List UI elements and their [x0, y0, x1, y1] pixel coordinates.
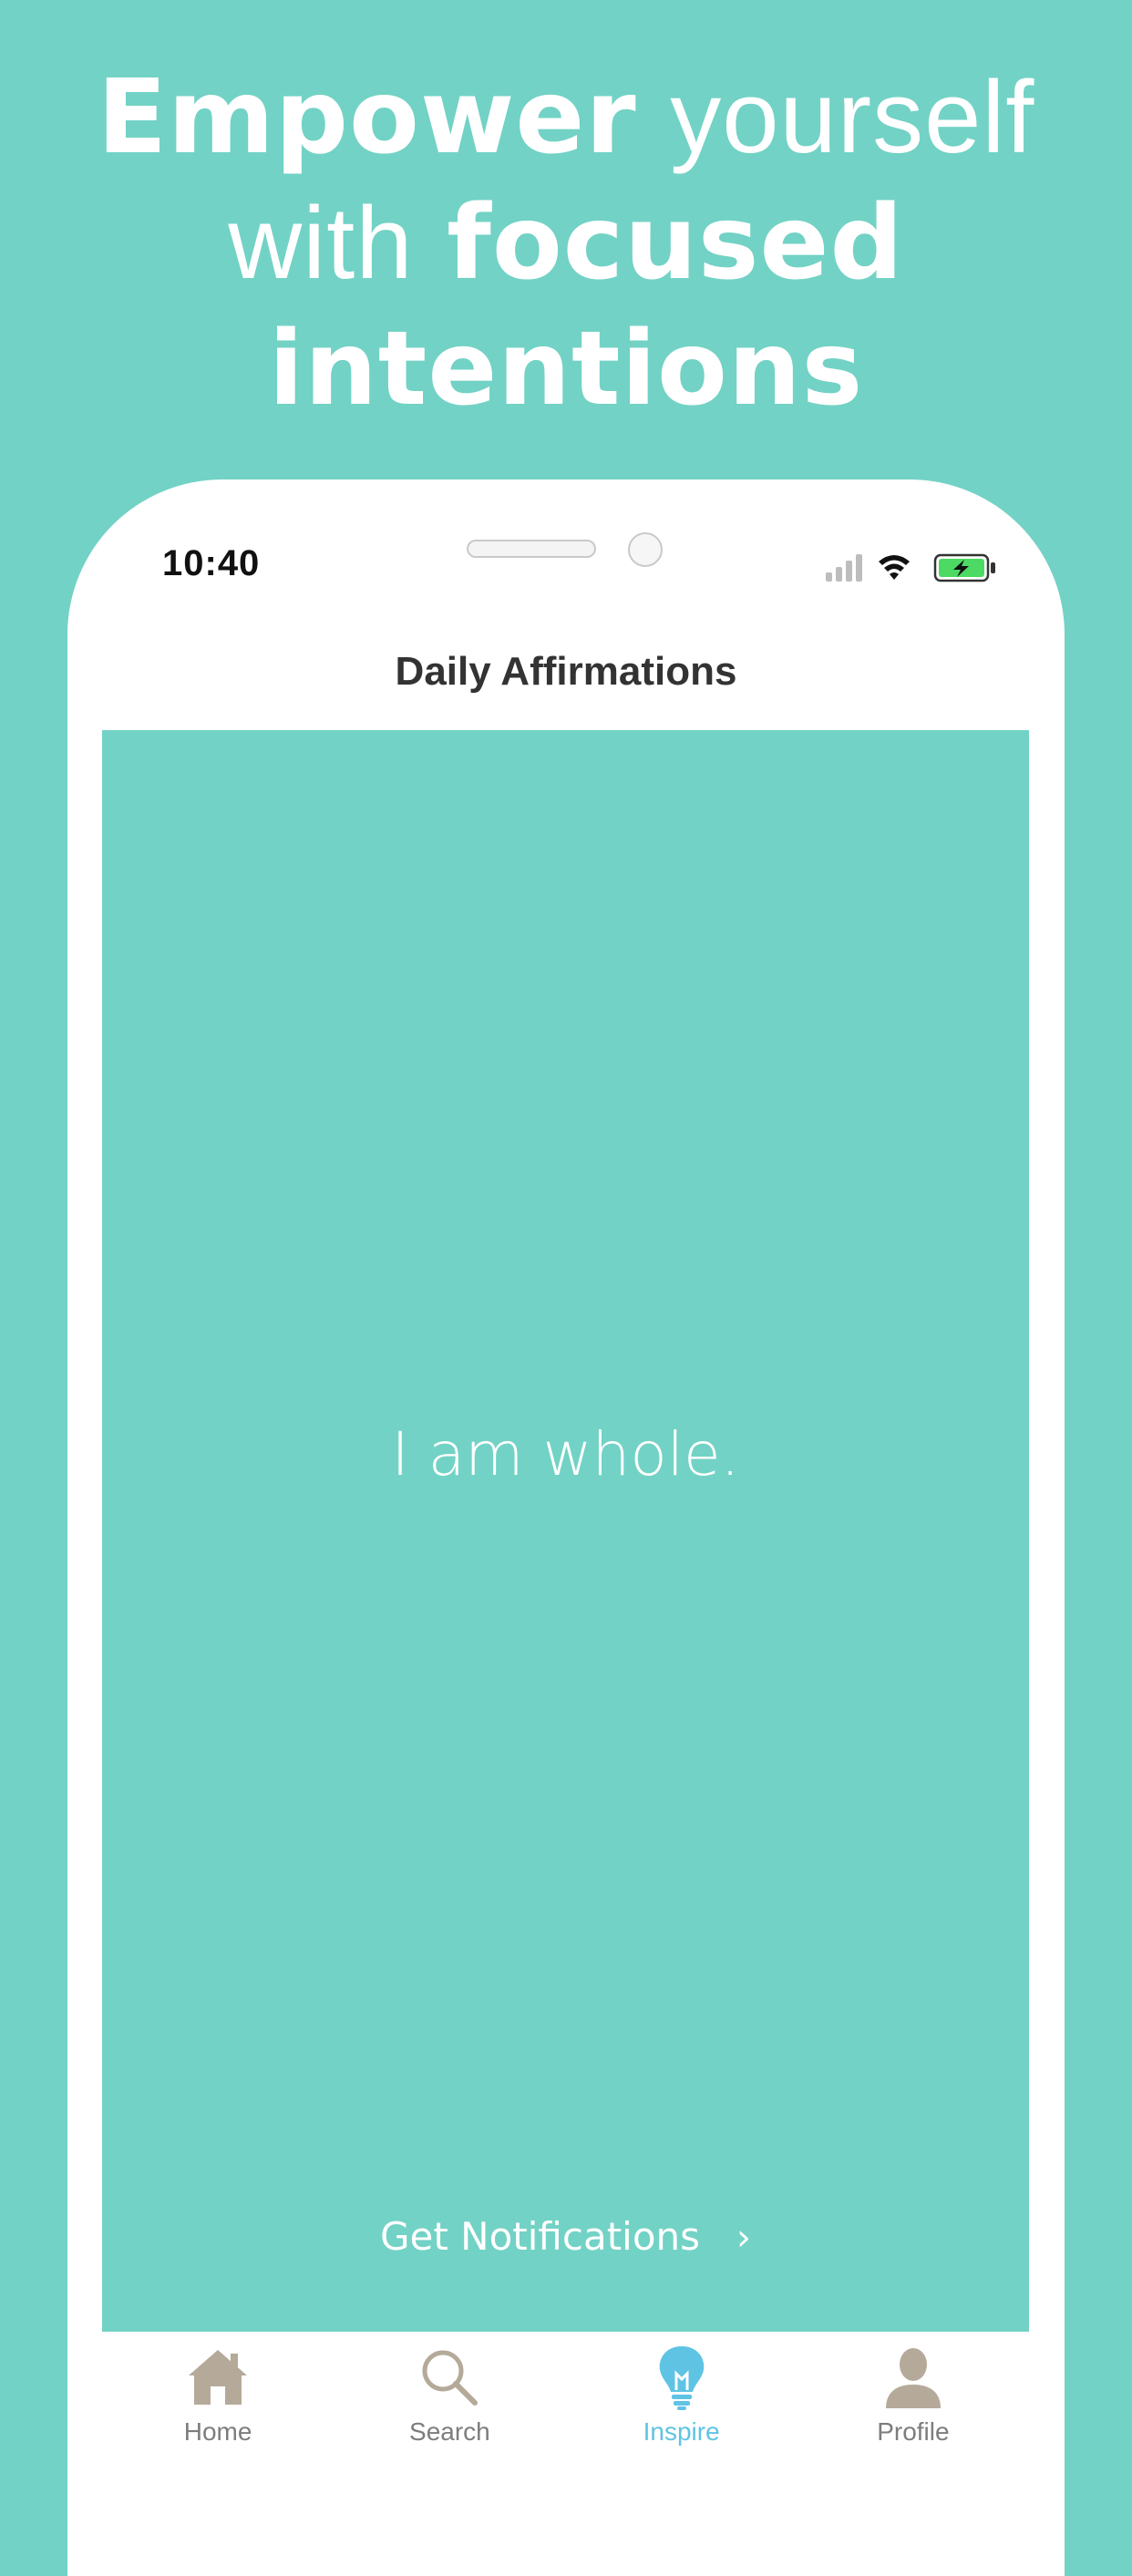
headline-line-1: Empower yourself — [0, 55, 1132, 180]
person-icon — [885, 2348, 941, 2408]
get-notifications-button[interactable]: Get Notifications › — [102, 2214, 1029, 2259]
lightbulb-icon — [659, 2346, 704, 2410]
tab-search-label: Search — [409, 2417, 490, 2446]
headline-light-1: yourself — [670, 60, 1035, 174]
headline-line-2: with focused — [0, 180, 1132, 306]
headline-bold-3: intentions — [268, 310, 864, 428]
affirmation-card[interactable]: I am whole. Get Notifications › — [102, 730, 1029, 2332]
affirmation-text: I am whole. — [391, 1419, 740, 1489]
tab-profile-label: Profile — [877, 2417, 950, 2446]
chevron-right-icon: › — [736, 2217, 752, 2259]
get-notifications-label: Get Notifications — [379, 2214, 701, 2259]
cellular-signal-icon — [826, 554, 862, 582]
battery-icon — [933, 553, 995, 582]
marketing-headline: Empower yourself with focused intentions — [0, 55, 1132, 432]
headline-bold-2: focused — [447, 184, 904, 303]
tab-search[interactable]: Search — [334, 2332, 565, 2450]
page-title: Daily Affirmations — [395, 649, 737, 694]
tab-home-label: Home — [183, 2417, 252, 2446]
status-time: 10:40 — [162, 543, 261, 583]
status-icons — [826, 553, 995, 582]
tab-inspire-label: Inspire — [643, 2417, 720, 2446]
headline-line-3: intentions — [0, 306, 1132, 432]
home-icon — [189, 2350, 248, 2405]
search-icon — [422, 2350, 479, 2406]
headline-bold-1: Empower — [97, 58, 637, 177]
tab-bar: Home Search Inspire Profile — [102, 2332, 1029, 2450]
wifi-icon — [879, 555, 910, 580]
tab-inspire[interactable]: Inspire — [566, 2332, 798, 2450]
phone-camera — [628, 532, 663, 567]
tab-profile[interactable]: Profile — [798, 2332, 1029, 2450]
headline-light-2: with — [228, 186, 414, 300]
phone-speaker — [467, 540, 596, 558]
tab-home[interactable]: Home — [102, 2332, 334, 2450]
